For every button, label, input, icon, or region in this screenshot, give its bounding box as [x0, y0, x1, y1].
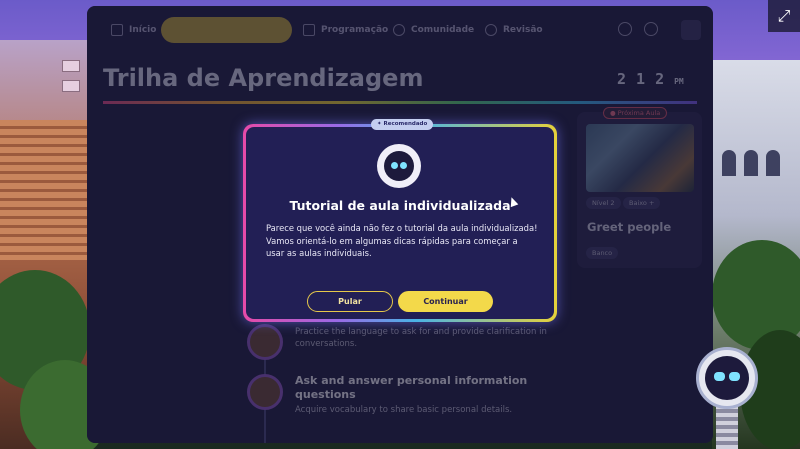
clock: 2 1 2 PM — [617, 70, 684, 88]
progress-rainbow-divider — [103, 101, 697, 104]
level-tag: Nível 2 — [586, 197, 621, 209]
nav-item-programacao[interactable]: Programação — [303, 20, 388, 40]
search-icon — [485, 24, 497, 36]
clock-ampm: PM — [674, 77, 684, 86]
nav-item-revisao[interactable]: Revisão — [485, 20, 543, 40]
lesson-item[interactable]: Practice the language to ask for and pro… — [247, 324, 557, 360]
nav-item-label: Revisão — [503, 25, 543, 35]
modal-body-text: Parece que você ainda não fez o tutorial… — [266, 223, 538, 258]
bot-face-icon — [384, 151, 414, 181]
assistant-face-icon — [705, 356, 749, 400]
building-arch — [744, 150, 758, 176]
building-window — [62, 80, 80, 92]
profile-avatar[interactable] — [681, 20, 701, 40]
assistant-bot-button[interactable] — [696, 347, 758, 409]
settings-icon[interactable] — [618, 22, 632, 36]
assistant-eye — [714, 372, 725, 381]
bot-eye — [400, 162, 407, 169]
bot-avatar — [377, 144, 421, 188]
building-arch — [722, 150, 736, 176]
nav-item-label: Início — [129, 25, 157, 35]
calendar-icon — [303, 24, 315, 36]
lesson-avatar — [247, 374, 283, 410]
next-lesson-badge-label: Próxima Aula — [617, 109, 661, 117]
lesson-item[interactable]: Ask and answer personal information ques… — [247, 374, 557, 416]
nav-item-comunidade[interactable]: Comunidade — [393, 20, 474, 40]
nav-item-label: Programação — [321, 25, 389, 35]
clock-digit: 2 — [655, 70, 665, 88]
home-icon — [111, 24, 123, 36]
next-lesson-title: Greet people — [587, 220, 672, 234]
nav-item-inicio[interactable]: Início — [111, 20, 156, 40]
skip-button[interactable]: Pular — [307, 291, 393, 312]
clock-digit: 1 — [636, 70, 646, 88]
bot-eye — [391, 162, 398, 169]
lesson-description: Practice the language to ask for and pro… — [295, 327, 547, 349]
nav-active-pill[interactable] — [161, 17, 292, 43]
community-icon — [393, 24, 405, 36]
assistant-eye — [729, 372, 740, 381]
clock-digit: 2 — [617, 70, 627, 88]
assistant-stand — [716, 405, 738, 449]
nav-item-label: Comunidade — [411, 25, 475, 35]
recommended-badge-label: Recomendado — [383, 121, 428, 127]
topic-tag: Banco — [586, 247, 619, 259]
building-arch — [766, 150, 780, 176]
building-window — [62, 60, 80, 72]
lesson-avatar — [247, 324, 283, 360]
fullscreen-button[interactable]: ⤢ — [768, 0, 800, 32]
next-lesson-thumbnail — [586, 124, 694, 192]
lesson-description: Acquire vocabulary to share basic person… — [295, 405, 513, 415]
page-title: Trilha de Aprendizagem — [103, 64, 424, 92]
intensity-tag: Baixo + — [623, 197, 661, 209]
lesson-title: Ask and answer personal information ques… — [295, 374, 528, 401]
stairs — [0, 120, 92, 260]
globe-icon[interactable] — [644, 22, 658, 36]
top-nav: Início Programação Comunidade Revisão — [87, 6, 713, 54]
fullscreen-icon: ⤢ — [777, 6, 791, 25]
recommended-badge: ✦ Recomendado — [371, 119, 434, 130]
continue-button[interactable]: Continuar — [398, 291, 493, 312]
next-lesson-badge: ● Próxima Aula — [603, 107, 668, 119]
